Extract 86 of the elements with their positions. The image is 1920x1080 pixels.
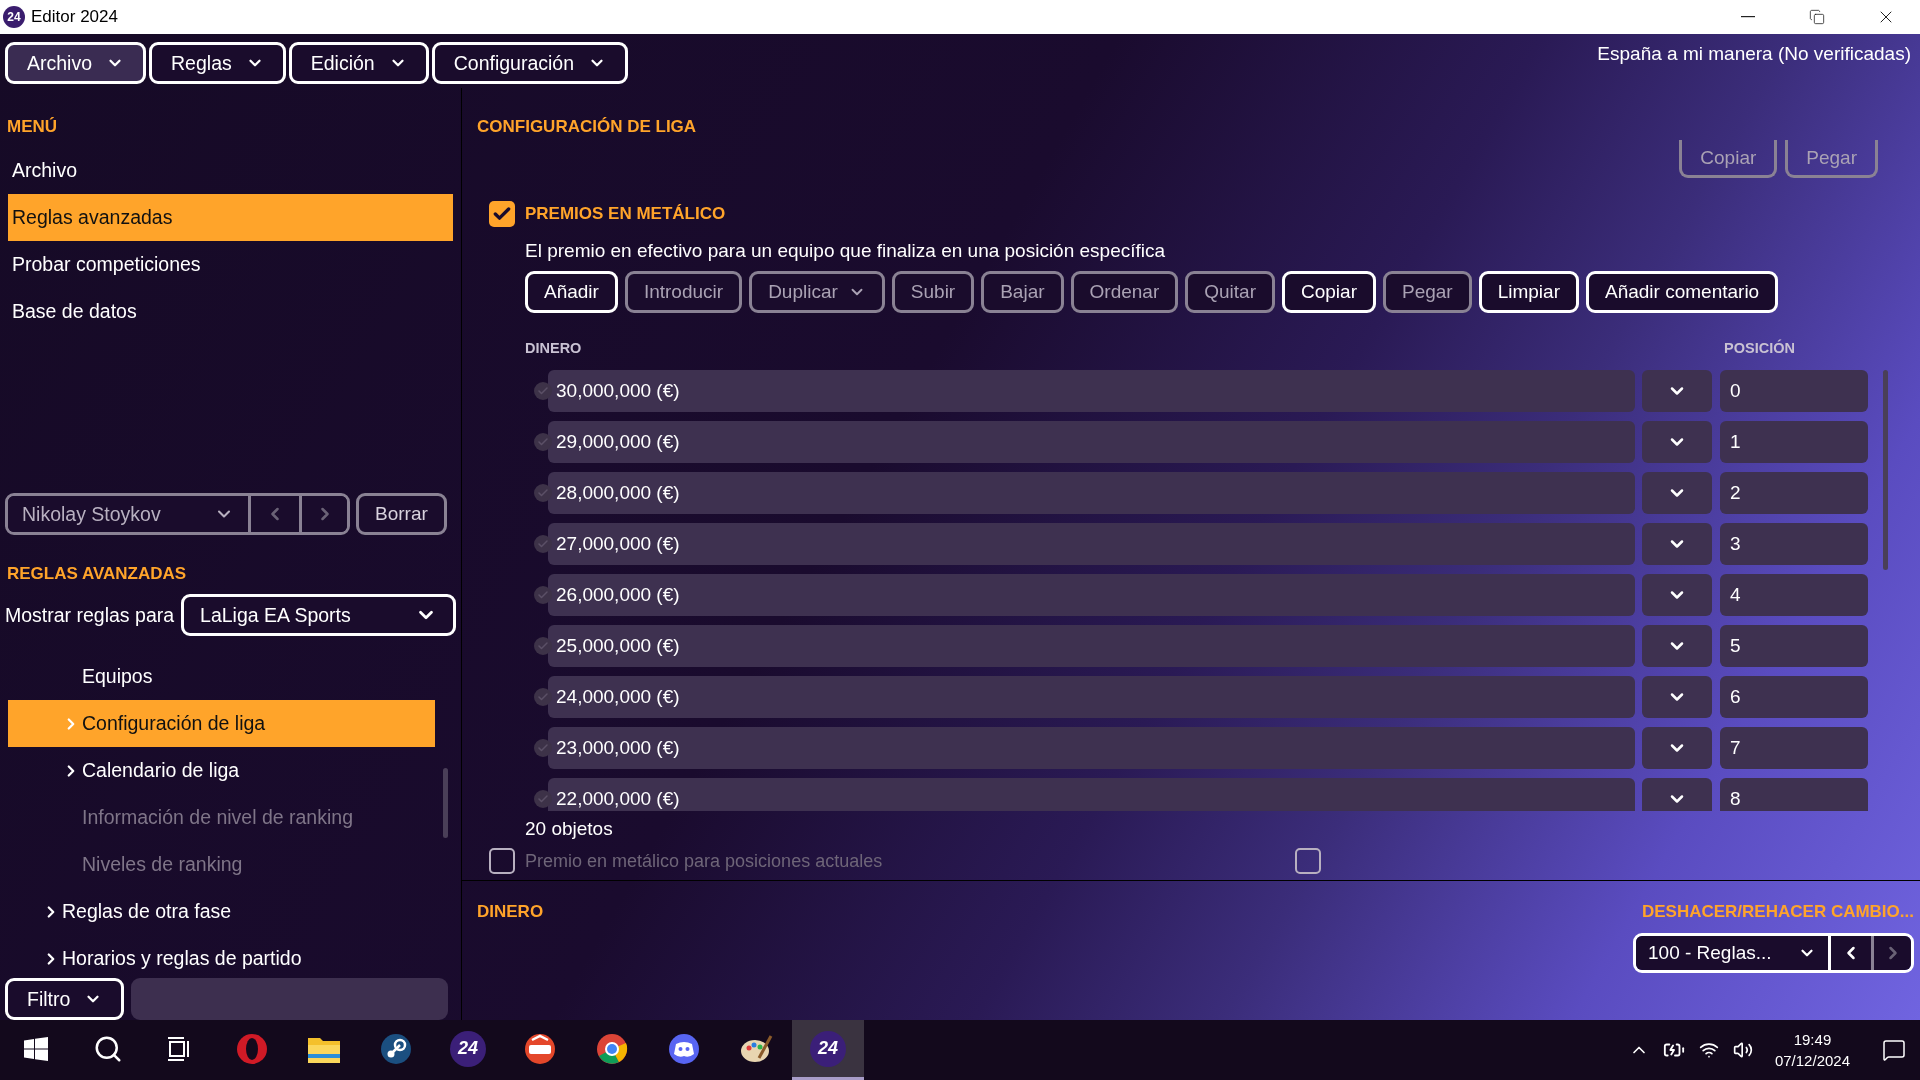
section-heading: DESHACER/REHACER CAMBIO... — [1641, 901, 1914, 923]
tree-item[interactable]: Calendario de liga — [8, 747, 435, 794]
opera-icon — [235, 1031, 269, 1066]
amount-field[interactable]: 23,000,000 (€) — [548, 727, 1635, 769]
position-field[interactable]: 2 — [1720, 472, 1868, 514]
window-title: Editor 2024 — [31, 7, 118, 27]
previous-button[interactable] — [1831, 936, 1871, 970]
position-field[interactable]: 6 — [1720, 676, 1868, 718]
action-button[interactable]: Limpiar — [1478, 271, 1579, 313]
person-dropdown[interactable]: Nikolay Stoykov — [8, 496, 251, 532]
field-label: Mostrar reglas para — [5, 603, 175, 627]
row-check-icon — [534, 382, 552, 400]
competition-dropdown[interactable]: LaLiga EA Sports — [181, 594, 456, 636]
amount-field[interactable]: 30,000,000 (€) — [548, 370, 1635, 412]
action-button[interactable]: Añadir — [525, 271, 618, 313]
taskbar-app[interactable]: 24 — [792, 1020, 864, 1080]
position-field[interactable]: 5 — [1720, 625, 1868, 667]
checkbox[interactable] — [489, 848, 515, 874]
notification-icon[interactable] — [1882, 1038, 1906, 1062]
menu-item[interactable]: Reglas avanzadas — [8, 194, 453, 241]
amount-field[interactable]: 28,000,000 (€) — [548, 472, 1635, 514]
wifi-icon[interactable] — [1698, 1040, 1719, 1060]
taskbar-app[interactable]: 24 — [432, 1020, 504, 1080]
discord-icon — [667, 1031, 701, 1066]
filter-dropdown[interactable]: Filtro — [5, 978, 125, 1020]
section-heading: MENÚ — [7, 116, 59, 138]
menu-item[interactable]: Probar competiciones — [8, 241, 453, 288]
option-title: PREMIOS EN METÁLICO — [525, 203, 726, 225]
option-description: El premio en efectivo para un equipo que finaliza en una posición específica — [525, 240, 1167, 262]
option-label: Premio en metálico para posiciones actuales — [525, 850, 884, 872]
tree-item[interactable]: Equipos — [8, 653, 435, 700]
clock-time: 19:49 — [1793, 1031, 1832, 1048]
position-field[interactable]: 8 — [1720, 778, 1868, 811]
section-heading: DINERO — [477, 901, 544, 923]
row-check-icon — [534, 433, 552, 451]
scrollbar[interactable] — [443, 768, 448, 838]
amount-field[interactable]: 29,000,000 (€) — [548, 421, 1635, 463]
row-check-icon — [534, 586, 552, 604]
position-field[interactable]: 7 — [1720, 727, 1868, 769]
section-heading: REGLAS AVANZADAS — [7, 563, 188, 585]
menu-button[interactable]: Configuración — [431, 42, 629, 84]
amount-field[interactable]: 26,000,000 (€) — [548, 574, 1635, 616]
column-header: POSICIÓN — [1724, 340, 1795, 356]
column-header: DINERO — [525, 340, 582, 356]
tree-item[interactable]: Horarios y reglas de partido — [8, 935, 435, 978]
position-field[interactable]: 0 — [1720, 370, 1868, 412]
row-check-icon — [534, 790, 552, 808]
restore-icon — [1808, 9, 1825, 25]
action-button[interactable]: Copiar — [1282, 271, 1376, 313]
amount-field[interactable]: 24,000,000 (€) — [548, 676, 1635, 718]
menu-item[interactable]: Base de datos — [8, 288, 453, 335]
row-check-icon — [534, 688, 552, 706]
tree-item[interactable]: Reglas de otra fase — [8, 888, 435, 935]
position-field[interactable]: 4 — [1720, 574, 1868, 616]
history-dropdown[interactable]: 100 - Reglas... — [1636, 936, 1831, 970]
amount-field[interactable]: 22,000,000 (€) — [548, 778, 1635, 811]
minimize-icon — [1740, 16, 1755, 18]
section-heading: CONFIGURACIÓN DE LIGA — [477, 116, 698, 138]
amount-field[interactable]: 25,000,000 (€) — [548, 625, 1635, 667]
clock-date: 07/12/2024 — [1774, 1052, 1850, 1069]
item-count: 20 objetos — [525, 818, 614, 840]
position-field[interactable]: 3 — [1720, 523, 1868, 565]
amount-field[interactable]: 27,000,000 (€) — [548, 523, 1635, 565]
position-field[interactable]: 1 — [1720, 421, 1868, 463]
volume-icon[interactable] — [1732, 1040, 1753, 1060]
chrome-icon — [595, 1031, 629, 1066]
menu-button[interactable]: Reglas — [149, 42, 286, 84]
checkbox[interactable] — [489, 201, 515, 227]
app-logo: 24 — [810, 1030, 846, 1067]
row-check-icon — [534, 637, 552, 655]
menu-button[interactable]: Edición — [288, 42, 429, 84]
row-check-icon — [534, 739, 552, 757]
menu-item[interactable]: Archivo — [8, 147, 453, 194]
checkbox[interactable] — [1295, 848, 1321, 874]
row-check-icon — [534, 484, 552, 502]
app-logo: 24 — [450, 1030, 486, 1067]
filter-field[interactable] — [131, 978, 448, 1020]
action-button[interactable]: Añadir comentario — [1586, 271, 1779, 313]
menu-button[interactable]: Archivo — [5, 42, 147, 84]
profile-name: España a mi manera (No verificadas) — [1597, 42, 1911, 65]
app-logo: 24 — [3, 6, 25, 28]
delete-button[interactable]: Borrar — [356, 493, 447, 535]
row-check-icon — [534, 535, 552, 553]
tree-item[interactable]: Configuración de liga — [8, 700, 435, 747]
windows-icon — [24, 1036, 48, 1061]
scrollbar[interactable] — [1883, 370, 1888, 570]
